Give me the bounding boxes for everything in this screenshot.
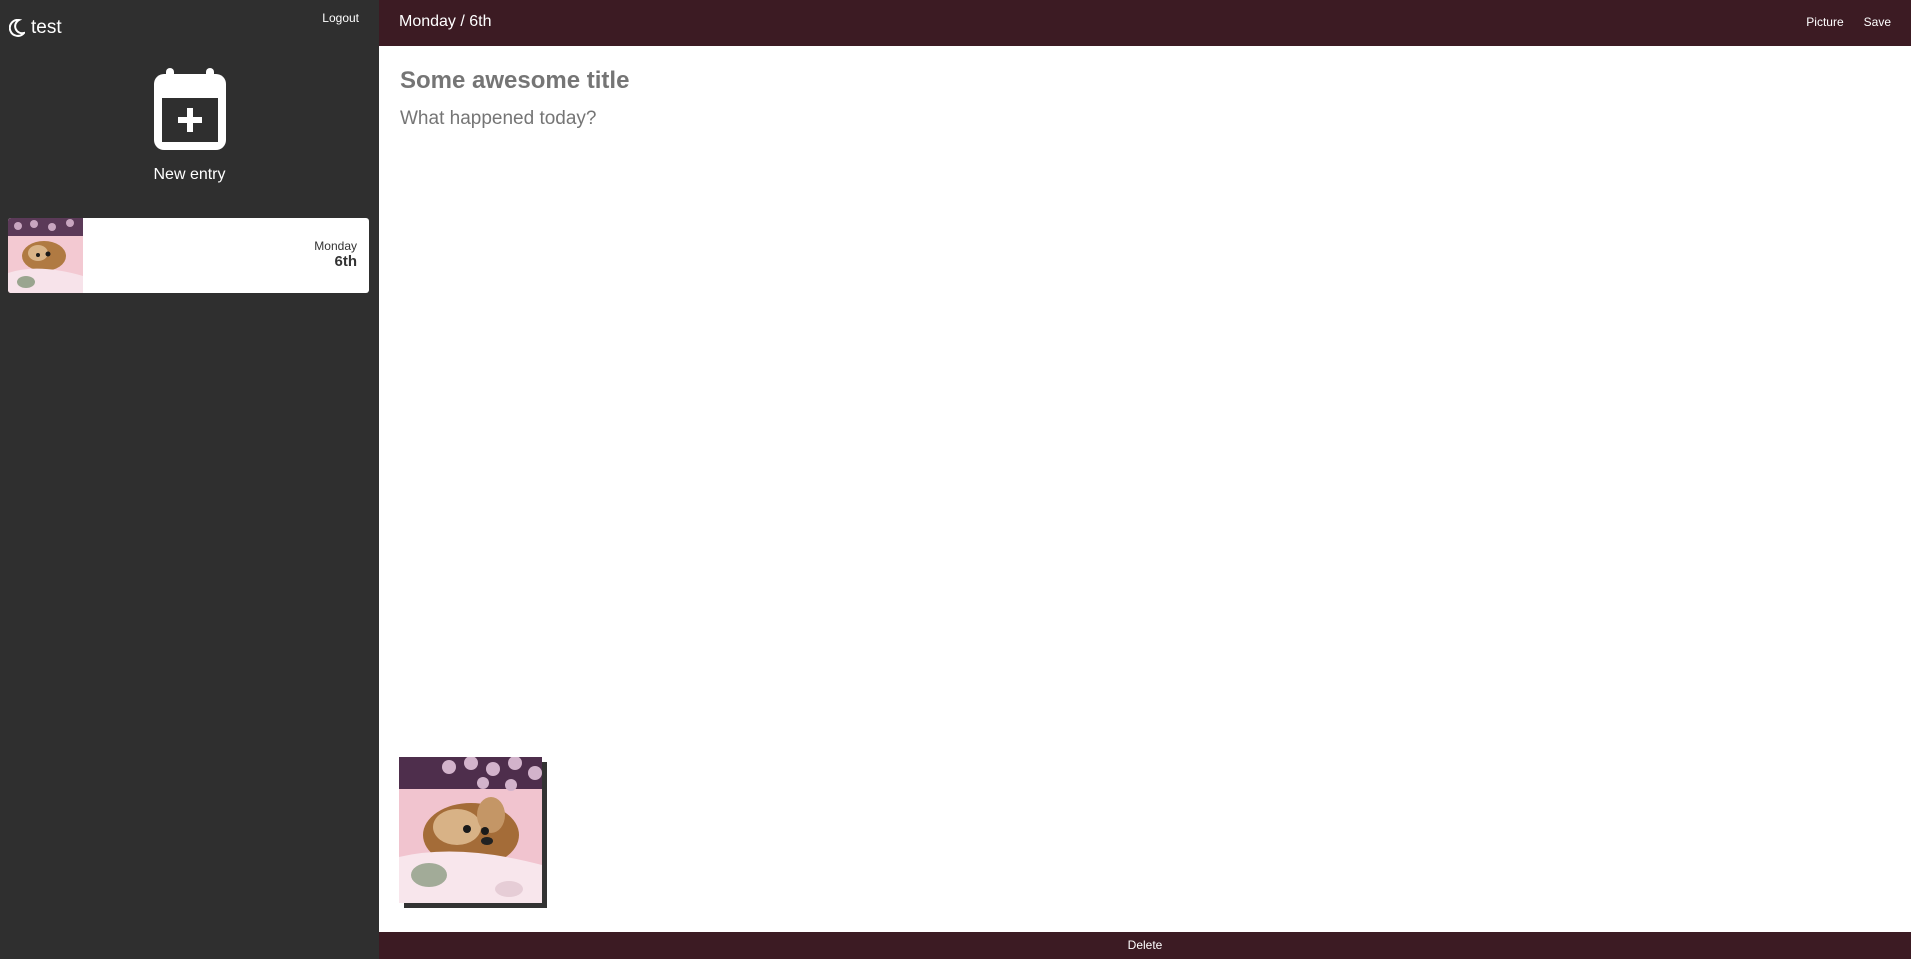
entry-list-item[interactable]: Monday 6th xyxy=(8,218,369,293)
brand: test xyxy=(9,17,62,39)
new-entry-label: New entry xyxy=(153,166,226,183)
entry-date: Monday 6th xyxy=(314,239,357,271)
save-button[interactable]: Save xyxy=(1864,15,1891,29)
moon-icon xyxy=(9,19,25,37)
entry-date-number: 6th xyxy=(334,253,358,270)
body-textarea[interactable] xyxy=(400,108,1800,708)
entry-thumbnail xyxy=(8,218,83,293)
top-bar: Monday / 6th Picture Save xyxy=(379,0,1911,46)
entry-heading: Monday / 6th xyxy=(399,13,492,30)
title-input[interactable] xyxy=(400,66,1800,96)
brand-name: test xyxy=(31,17,62,38)
bottom-bar: Delete xyxy=(379,932,1911,959)
calendar-plus-icon xyxy=(153,68,226,150)
picture-button[interactable]: Picture xyxy=(1806,15,1843,29)
app-root: test Logout New entry Monday 6th Monday … xyxy=(0,0,1911,959)
entry-day: Monday xyxy=(314,239,357,253)
new-entry-button[interactable]: New entry xyxy=(0,68,379,184)
sidebar: test Logout New entry Monday 6th xyxy=(0,0,379,959)
photo-image xyxy=(399,757,542,903)
logout-button[interactable]: Logout xyxy=(322,11,359,25)
top-bar-actions: Picture Save xyxy=(1806,15,1891,29)
delete-button[interactable]: Delete xyxy=(1128,938,1163,952)
editor xyxy=(379,46,1911,932)
attached-photo[interactable] xyxy=(399,757,547,908)
